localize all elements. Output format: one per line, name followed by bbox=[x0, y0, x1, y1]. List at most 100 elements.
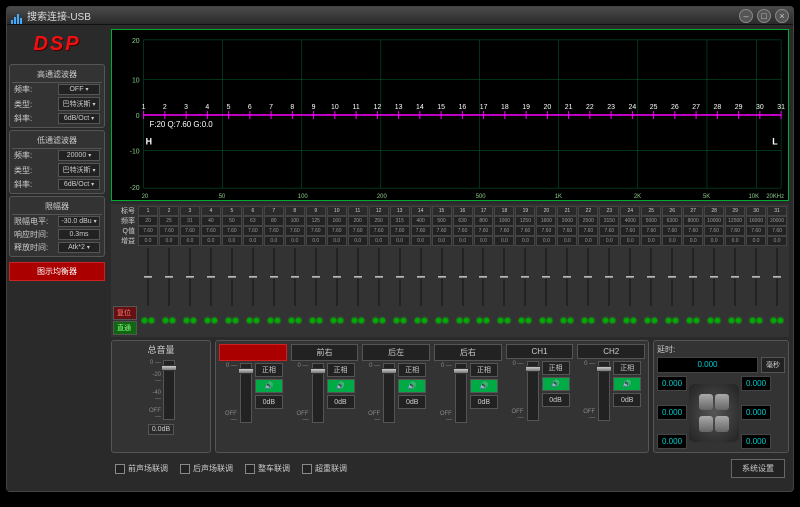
gain-button-1[interactable]: 0dB bbox=[327, 395, 355, 409]
gain-cell-21[interactable]: 0.0 bbox=[557, 236, 577, 246]
eq-fader-27[interactable] bbox=[692, 248, 694, 306]
freq-cell-8[interactable]: 100 bbox=[285, 216, 305, 226]
eq-led-29[interactable] bbox=[725, 318, 745, 323]
gain-button-5[interactable]: 0dB bbox=[613, 393, 641, 407]
gain-cell-8[interactable]: 0.0 bbox=[285, 236, 305, 246]
phase-button-1[interactable]: 正相 bbox=[327, 363, 355, 377]
freq-cell-2[interactable]: 25 bbox=[159, 216, 179, 226]
eq-fader-24[interactable] bbox=[629, 248, 631, 306]
q-cell-14[interactable]: 7.60 bbox=[411, 226, 431, 236]
phase-button-5[interactable]: 正相 bbox=[613, 361, 641, 375]
q-cell-29[interactable]: 7.60 bbox=[725, 226, 745, 236]
eq-led-11[interactable] bbox=[348, 318, 368, 323]
link-checkbox-2[interactable]: 整车联调 bbox=[245, 463, 290, 474]
eq-led-17[interactable] bbox=[474, 318, 494, 323]
freq-cell-29[interactable]: 12500 bbox=[725, 216, 745, 226]
eq-fader-8[interactable] bbox=[294, 248, 296, 306]
close-button[interactable]: × bbox=[775, 9, 789, 23]
q-cell-24[interactable]: 7.60 bbox=[620, 226, 640, 236]
eq-fader-29[interactable] bbox=[734, 248, 736, 306]
mute-button-0[interactable]: 🔊 bbox=[255, 379, 283, 393]
hpf-type-select[interactable]: 巴特沃斯 bbox=[58, 97, 100, 111]
delay-fl[interactable]: 0.000 bbox=[657, 376, 687, 391]
gain-cell-23[interactable]: 0.0 bbox=[599, 236, 619, 246]
delay-rr[interactable]: 0.000 bbox=[741, 405, 771, 420]
eq-led-2[interactable] bbox=[159, 318, 179, 323]
gain-cell-5[interactable]: 0.0 bbox=[222, 236, 242, 246]
channel-tab-1[interactable]: 前右 bbox=[291, 344, 359, 361]
mute-button-1[interactable]: 🔊 bbox=[327, 379, 355, 393]
hpf-freq-select[interactable]: OFF bbox=[58, 84, 100, 95]
eq-led-19[interactable] bbox=[515, 318, 535, 323]
eq-led-21[interactable] bbox=[557, 318, 577, 323]
q-cell-9[interactable]: 7.60 bbox=[306, 226, 326, 236]
eq-led-8[interactable] bbox=[285, 318, 305, 323]
hpf-slope-select[interactable]: 6dB/Oct bbox=[58, 113, 100, 124]
freq-cell-23[interactable]: 3150 bbox=[599, 216, 619, 226]
freq-cell-18[interactable]: 1000 bbox=[494, 216, 514, 226]
gain-cell-14[interactable]: 0.0 bbox=[411, 236, 431, 246]
graphic-eq-button[interactable]: 图示均衡器 bbox=[9, 262, 105, 281]
channel-fader-0[interactable] bbox=[240, 363, 252, 423]
channel-tab-0[interactable]: 前左 bbox=[219, 344, 287, 361]
phase-button-0[interactable]: 正相 bbox=[255, 363, 283, 377]
eq-led-12[interactable] bbox=[369, 318, 389, 323]
eq-fader-25[interactable] bbox=[650, 248, 652, 306]
eq-led-18[interactable] bbox=[494, 318, 514, 323]
eq-fader-28[interactable] bbox=[713, 248, 715, 306]
gain-cell-3[interactable]: 0.0 bbox=[180, 236, 200, 246]
eq-fader-3[interactable] bbox=[189, 248, 191, 306]
q-cell-15[interactable]: 7.60 bbox=[432, 226, 452, 236]
delay-rl[interactable]: 0.000 bbox=[657, 405, 687, 420]
eq-led-4[interactable] bbox=[201, 318, 221, 323]
q-cell-6[interactable]: 7.60 bbox=[243, 226, 263, 236]
q-cell-26[interactable]: 7.60 bbox=[662, 226, 682, 236]
q-cell-2[interactable]: 7.60 bbox=[159, 226, 179, 236]
freq-cell-19[interactable]: 1250 bbox=[515, 216, 535, 226]
q-cell-8[interactable]: 7.60 bbox=[285, 226, 305, 236]
q-cell-27[interactable]: 7.60 bbox=[683, 226, 703, 236]
q-cell-28[interactable]: 7.60 bbox=[704, 226, 724, 236]
lpf-type-select[interactable]: 巴特沃斯 bbox=[58, 163, 100, 177]
gain-cell-10[interactable]: 0.0 bbox=[327, 236, 347, 246]
eq-led-3[interactable] bbox=[180, 318, 200, 323]
channel-fader-3[interactable] bbox=[455, 363, 467, 423]
channel-fader-2[interactable] bbox=[383, 363, 395, 423]
q-cell-3[interactable]: 7.60 bbox=[180, 226, 200, 236]
gain-cell-4[interactable]: 0.0 bbox=[201, 236, 221, 246]
master-value-button[interactable]: 0.0dB bbox=[148, 424, 174, 435]
freq-cell-16[interactable]: 630 bbox=[453, 216, 473, 226]
gain-cell-9[interactable]: 0.0 bbox=[306, 236, 326, 246]
mute-button-4[interactable]: 🔊 bbox=[542, 377, 570, 391]
eq-led-25[interactable] bbox=[641, 318, 661, 323]
freq-cell-26[interactable]: 6300 bbox=[662, 216, 682, 226]
channel-tab-2[interactable]: 后左 bbox=[362, 344, 430, 361]
freq-cell-5[interactable]: 50 bbox=[222, 216, 242, 226]
q-cell-21[interactable]: 7.60 bbox=[557, 226, 577, 236]
gain-cell-11[interactable]: 0.0 bbox=[348, 236, 368, 246]
q-cell-19[interactable]: 7.60 bbox=[515, 226, 535, 236]
eq-led-27[interactable] bbox=[683, 318, 703, 323]
limiter-thresh-select[interactable]: -30.0 dBu bbox=[58, 216, 100, 227]
freq-cell-27[interactable]: 8000 bbox=[683, 216, 703, 226]
eq-fader-15[interactable] bbox=[441, 248, 443, 306]
channel-tab-3[interactable]: 后右 bbox=[434, 344, 502, 361]
eq-fader-22[interactable] bbox=[587, 248, 589, 306]
gain-cell-17[interactable]: 0.0 bbox=[474, 236, 494, 246]
bypass-button[interactable]: 直通 bbox=[113, 321, 137, 335]
freq-cell-31[interactable]: 20000 bbox=[767, 216, 787, 226]
mute-button-3[interactable]: 🔊 bbox=[470, 379, 498, 393]
gain-cell-30[interactable]: 0.0 bbox=[746, 236, 766, 246]
eq-fader-30[interactable] bbox=[755, 248, 757, 306]
master-fader[interactable] bbox=[163, 360, 175, 420]
delay-ch2[interactable]: 0.000 bbox=[741, 434, 771, 449]
eq-fader-16[interactable] bbox=[462, 248, 464, 306]
gain-button-2[interactable]: 0dB bbox=[398, 395, 426, 409]
eq-fader-13[interactable] bbox=[399, 248, 401, 306]
freq-cell-12[interactable]: 250 bbox=[369, 216, 389, 226]
gain-cell-22[interactable]: 0.0 bbox=[578, 236, 598, 246]
delay-fr[interactable]: 0.000 bbox=[741, 376, 771, 391]
freq-cell-25[interactable]: 5000 bbox=[641, 216, 661, 226]
q-cell-7[interactable]: 7.60 bbox=[264, 226, 284, 236]
gain-button-3[interactable]: 0dB bbox=[470, 395, 498, 409]
